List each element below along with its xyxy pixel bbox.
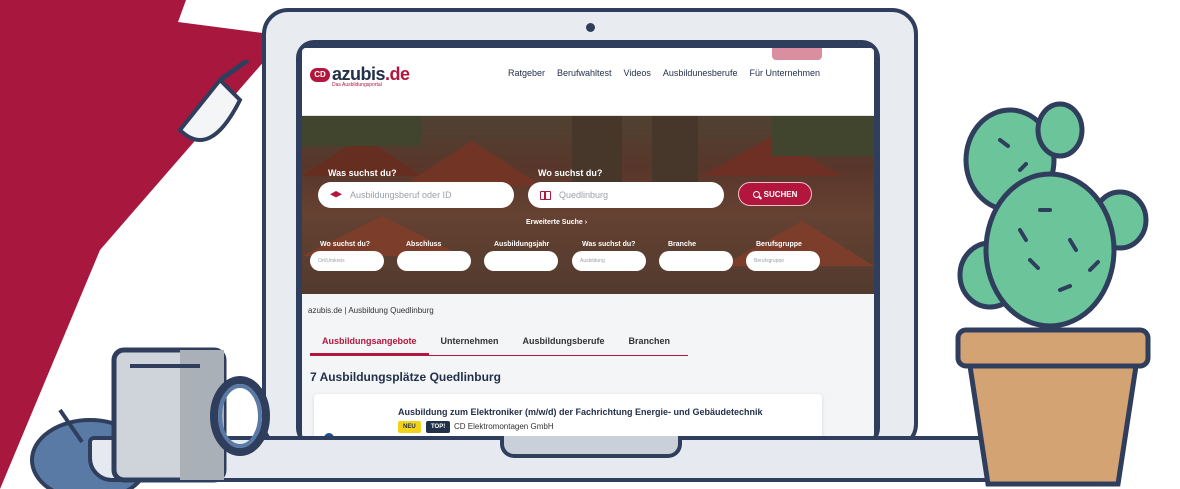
search-button-label: SUCHEN <box>763 189 798 199</box>
filter-label-group: Berufsgruppe <box>756 241 802 248</box>
laptop-base-notch <box>500 436 682 458</box>
filter-degree-select[interactable] <box>397 251 471 271</box>
filter-year-select[interactable] <box>484 251 558 271</box>
tab-ausbildungsberufe[interactable]: Ausbildungsberufe <box>511 332 617 356</box>
tab-ausbildungsangebote[interactable]: Ausbildungsangebote <box>310 332 429 356</box>
search-button[interactable]: SUCHEN <box>738 182 812 206</box>
browser-screen: CD azubis.de Das Ausbildungsportal Ratge… <box>302 48 874 438</box>
map-icon <box>540 190 551 200</box>
nav-fuer-unternehmen[interactable]: Für Unternehmen <box>749 68 820 78</box>
nav-ratgeber[interactable]: Ratgeber <box>508 68 545 78</box>
nav-berufwahltest[interactable]: Berufwahltest <box>557 68 612 78</box>
what-label: Was suchst du? <box>328 168 397 178</box>
search-icon <box>752 190 760 198</box>
tab-branchen[interactable]: Branchen <box>617 332 683 356</box>
job-title[interactable]: Ausbildung zum Elektroniker (m/w/d) der … <box>398 407 763 417</box>
nav-videos[interactable]: Videos <box>624 68 651 78</box>
site-header: CD azubis.de Das Ausbildungsportal Ratge… <box>302 48 874 116</box>
results-title: 7 Ausbildungsplätze Quedlinburg <box>310 370 501 384</box>
breadcrumb[interactable]: azubis.de | Ausbildung Quedlinburg <box>308 306 434 315</box>
extended-search-link[interactable]: Erweiterte Suche › <box>526 219 587 226</box>
filter-label-degree: Abschluss <box>406 241 442 248</box>
filter-label-year: Ausbildungsjahr <box>494 241 550 248</box>
filter-label-industry: Branche <box>668 241 697 248</box>
filter-location-input[interactable]: Ort/Umkreis <box>310 251 384 271</box>
logo-mark: CD <box>310 67 330 82</box>
badge-top: TOP! <box>426 421 451 433</box>
top-navigation: Ratgeber Berufwahltest Videos Ausbildune… <box>508 68 820 78</box>
what-placeholder: Ausbildungsberuf oder ID <box>350 190 452 200</box>
chevron-right-icon: › <box>584 219 588 226</box>
graduation-cap-icon <box>330 191 342 198</box>
logo-tagline: Das Ausbildungsportal <box>332 82 382 88</box>
filter-label-location: Wo suchst du? <box>320 241 371 248</box>
filter-what-input[interactable]: Ausbildung <box>572 251 646 271</box>
where-placeholder: Quedlinburg <box>559 190 609 200</box>
result-card[interactable]: Ausbildung zum Elektroniker (m/w/d) der … <box>314 394 822 438</box>
nav-ausbildungsberufe[interactable]: Ausbildunesberufe <box>663 68 738 78</box>
header-tab-decoration <box>772 48 822 60</box>
where-label: Wo suchst du? <box>538 168 603 178</box>
result-tabs: Ausbildungsangebote Unternehmen Ausbildu… <box>310 332 688 356</box>
where-search-input[interactable]: Quedlinburg <box>528 182 724 208</box>
tab-unternehmen[interactable]: Unternehmen <box>429 332 511 356</box>
what-search-input[interactable]: Ausbildungsberuf oder ID <box>318 182 514 208</box>
company-name: CD Elektromontagen GmbH <box>454 422 554 431</box>
badge-new: NEU <box>398 421 421 433</box>
filter-label-what: Was suchst du? <box>582 241 636 248</box>
cactus-plant-illustration <box>955 101 1151 487</box>
coffee-mug-illustration <box>111 347 270 483</box>
webcam-dot <box>586 23 595 32</box>
filter-group-select[interactable]: Berufsgruppe <box>746 251 820 271</box>
filter-industry-select[interactable] <box>659 251 733 271</box>
desk-lamp-illustration <box>177 60 250 142</box>
